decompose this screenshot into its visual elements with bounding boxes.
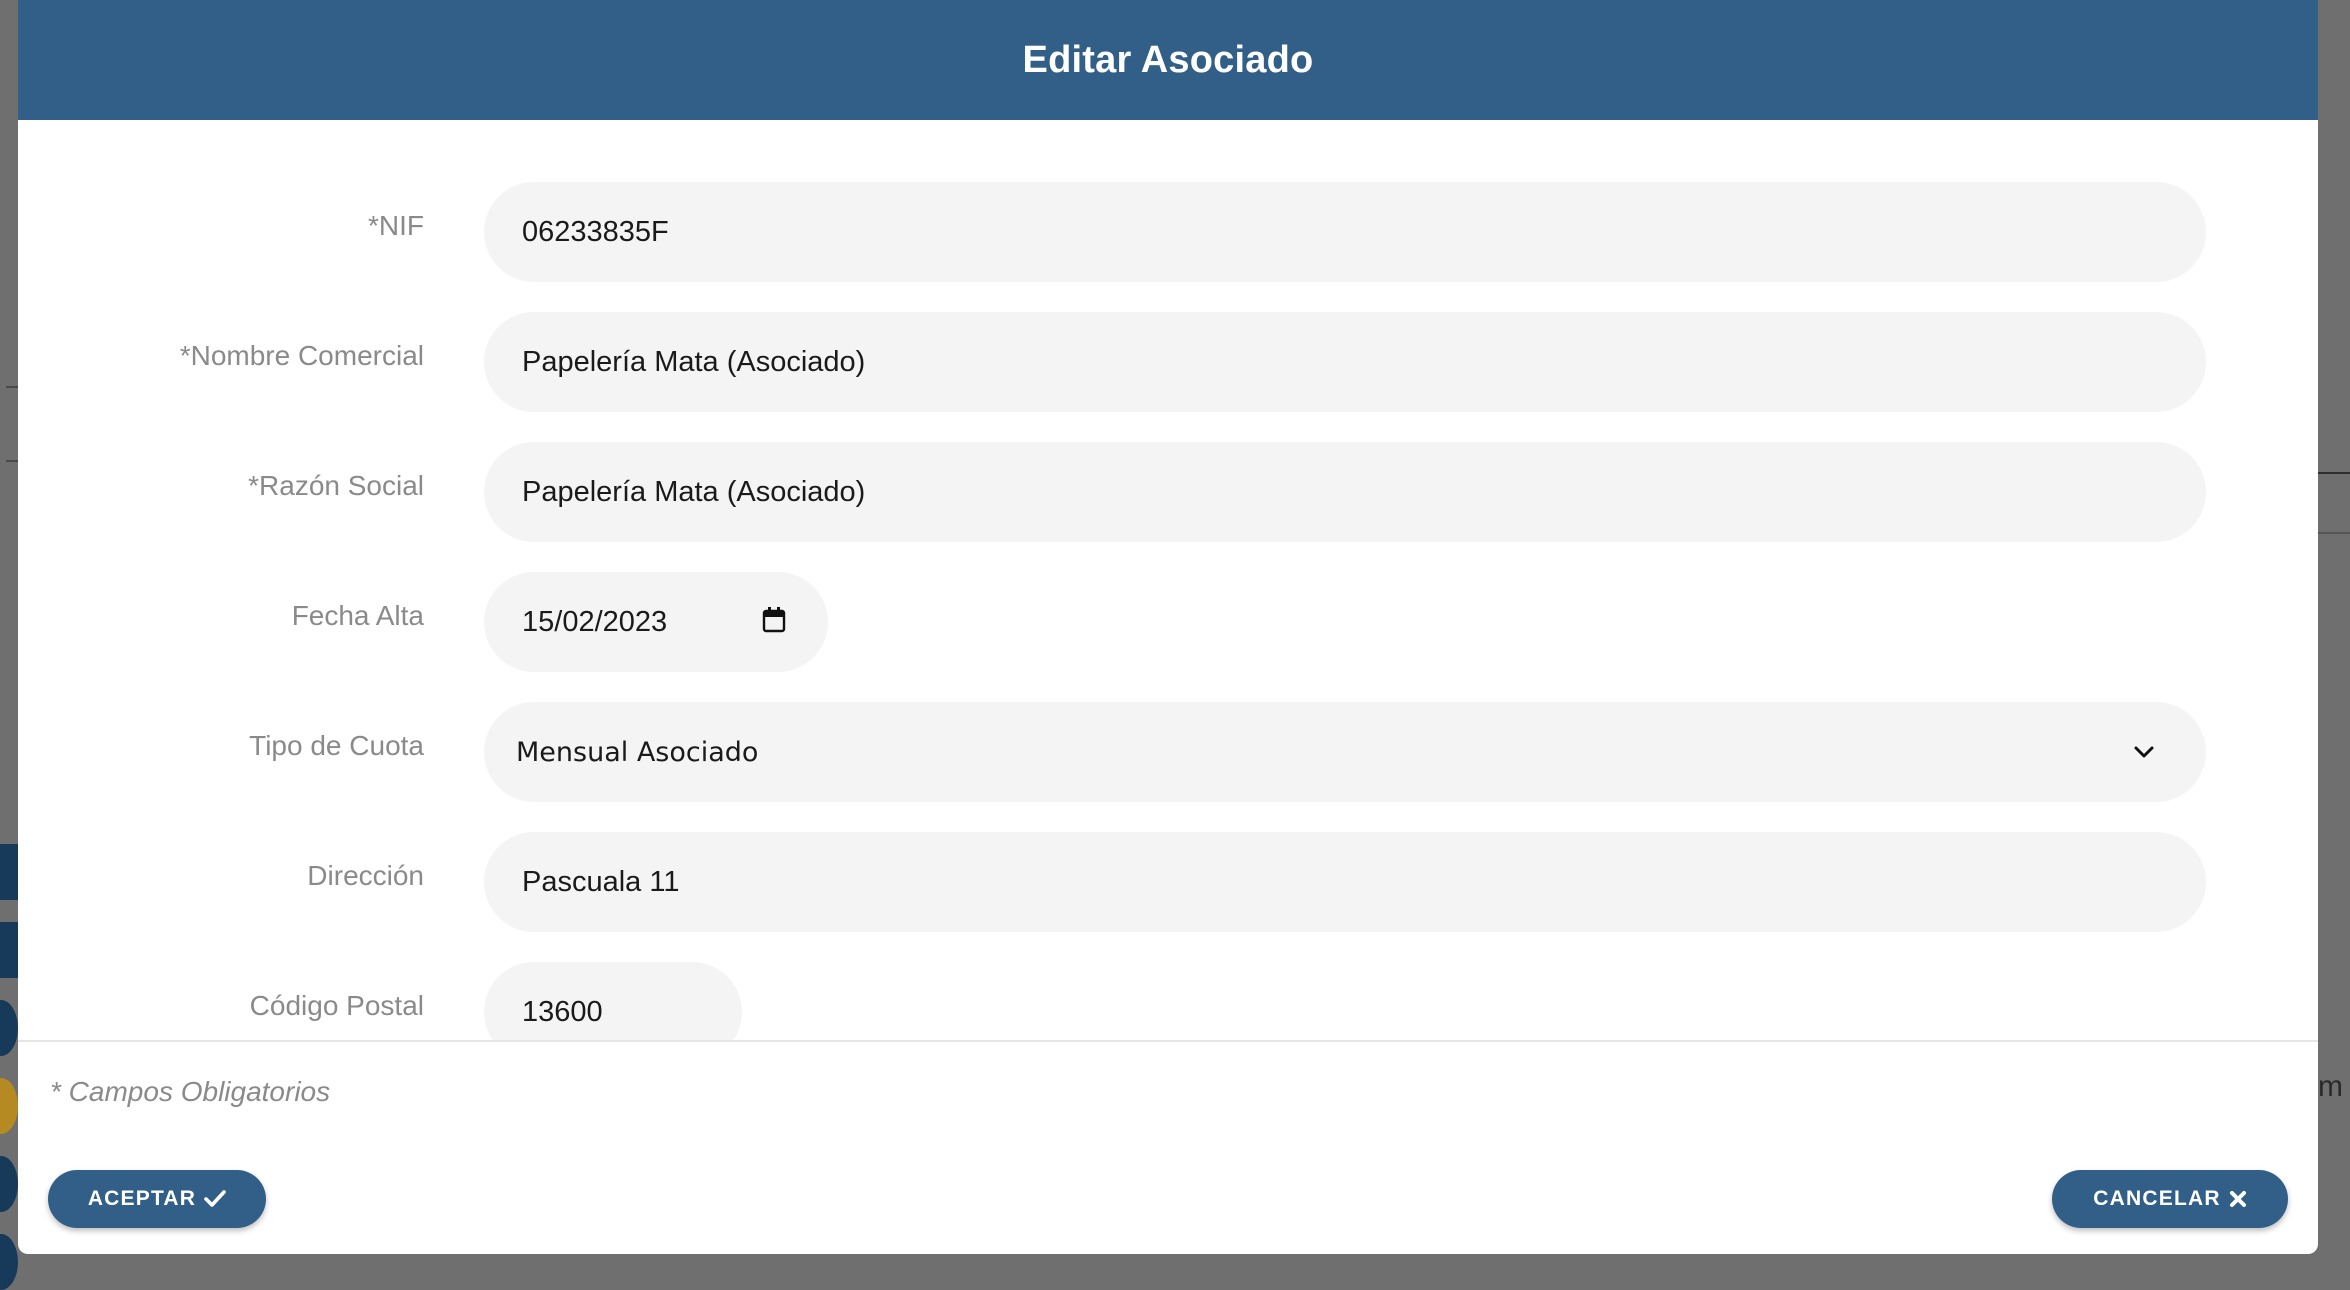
calendar-icon[interactable] [762, 607, 786, 633]
check-icon [204, 1189, 226, 1209]
edit-associate-modal: Editar Asociado *NIF 06233835F *Nombre C… [18, 0, 2318, 1254]
field-row-fee-type: Tipo de Cuota Mensual Asociado [18, 702, 2318, 802]
fee-type-select[interactable]: Mensual Asociado [484, 702, 2206, 802]
accept-button[interactable]: ACEPTAR [48, 1170, 266, 1228]
accept-button-label: ACEPTAR [87, 1187, 197, 1210]
cancel-button-label: CANCELAR [2093, 1187, 2221, 1210]
start-date-label: Fecha Alta [291, 600, 424, 631]
address-value: Pascuala 11 [522, 865, 680, 898]
background-avatar [0, 1234, 18, 1290]
postal-code-value: 13600 [522, 995, 603, 1028]
fee-type-value: Mensual Asociado [516, 736, 759, 768]
company-name-label: *Razón Social [248, 470, 424, 501]
nif-value: 06233835F [522, 215, 669, 248]
background-text: m [2318, 1070, 2343, 1103]
nif-input[interactable]: 06233835F [484, 182, 2206, 282]
background-divider [2318, 472, 2350, 534]
field-row-postal-code: Código Postal 13600 [18, 962, 2318, 1040]
company-name-value: Papelería Mata (Asociado) [522, 475, 866, 508]
background-avatar [0, 1156, 18, 1212]
modal-body[interactable]: *NIF 06233835F *Nombre Comercial Papeler… [18, 120, 2318, 1042]
modal-header: Editar Asociado [18, 0, 2318, 120]
company-name-input[interactable]: Papelería Mata (Asociado) [484, 442, 2206, 542]
trade-name-value: Papelería Mata (Asociado) [522, 345, 866, 378]
chevron-down-icon[interactable] [2132, 740, 2156, 764]
postal-code-input[interactable]: 13600 [484, 962, 742, 1040]
background-avatar [0, 1000, 18, 1056]
address-label: Dirección [307, 860, 424, 891]
cancel-button[interactable]: CANCELAR [2052, 1170, 2288, 1228]
start-date-value: 15/02/2023 [522, 605, 668, 638]
background-avatar [0, 1078, 18, 1134]
required-fields-note: * Campos Obligatorios [50, 1076, 331, 1107]
postal-code-label: Código Postal [249, 990, 424, 1021]
field-row-company-name: *Razón Social Papelería Mata (Asociado) [18, 442, 2318, 542]
close-icon [2229, 1190, 2247, 1208]
fee-type-label: Tipo de Cuota [249, 730, 424, 761]
trade-name-label: *Nombre Comercial [179, 340, 424, 371]
modal-title: Editar Asociado [1022, 38, 1314, 81]
field-row-trade-name: *Nombre Comercial Papelería Mata (Asocia… [18, 312, 2318, 412]
nif-label: *NIF [368, 210, 424, 241]
start-date-input[interactable]: 15/02/2023 [484, 572, 828, 672]
modal-footer: * Campos Obligatorios ACEPTAR CANCELAR [18, 1042, 2318, 1254]
background-sidebar-block [0, 844, 18, 900]
field-row-start-date: Fecha Alta 15/02/2023 [18, 572, 2318, 672]
address-input[interactable]: Pascuala 11 [484, 832, 2206, 932]
background-sidebar-block [0, 922, 18, 978]
field-row-nif: *NIF 06233835F [18, 182, 2318, 282]
field-row-address: Dirección Pascuala 11 [18, 832, 2318, 932]
trade-name-input[interactable]: Papelería Mata (Asociado) [484, 312, 2206, 412]
